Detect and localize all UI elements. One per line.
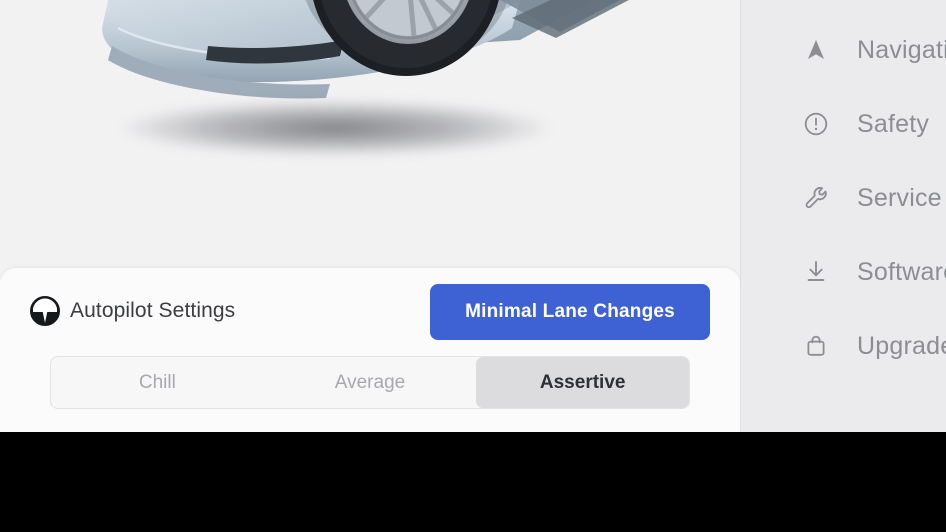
autopilot-settings-title: Autopilot Settings [70, 299, 236, 322]
sidebar-label-safety: Safety [857, 109, 930, 138]
vehicle-shadow [120, 100, 550, 156]
settings-sidebar: Navigation Safety Service Software [740, 0, 946, 432]
minimal-lane-changes-button[interactable]: Minimal Lane Changes [430, 284, 710, 340]
steering-wheel-icon [30, 296, 60, 326]
sidebar-item-upgrades[interactable]: Upgrades [803, 326, 946, 366]
download-icon [807, 261, 825, 281]
segment-assertive[interactable]: Assertive [476, 357, 689, 408]
bottom-taskbar: 70 Auto [0, 432, 946, 532]
tesla-touchscreen: Autopilot Settings Minimal Lane Changes … [0, 0, 946, 532]
sidebar-label-upgrades: Upgrades [857, 331, 946, 360]
sidebar-item-navigation[interactable]: Navigation [803, 30, 946, 70]
alert-circle-icon [804, 112, 828, 136]
sidebar-item-software[interactable]: Software [803, 252, 946, 292]
sidebar-label-navigation: Navigation [857, 35, 946, 64]
segment-average[interactable]: Average [264, 357, 477, 408]
wrench-icon [805, 186, 827, 209]
driving-profile-segmented-control[interactable]: Chill Average Assertive [50, 356, 690, 409]
sidebar-label-software: Software [857, 257, 946, 286]
autopilot-settings-header: Autopilot Settings [30, 296, 235, 326]
shopping-bag-icon [807, 335, 825, 356]
vehicle-image [0, 0, 740, 270]
vehicle-view: Autopilot Settings Minimal Lane Changes … [0, 0, 740, 432]
sidebar-item-service[interactable]: Service [803, 178, 942, 218]
segment-chill[interactable]: Chill [51, 357, 264, 408]
sidebar-label-service: Service [857, 183, 942, 212]
navigation-arrow-icon [808, 40, 824, 59]
sidebar-item-safety[interactable]: Safety [803, 104, 929, 144]
